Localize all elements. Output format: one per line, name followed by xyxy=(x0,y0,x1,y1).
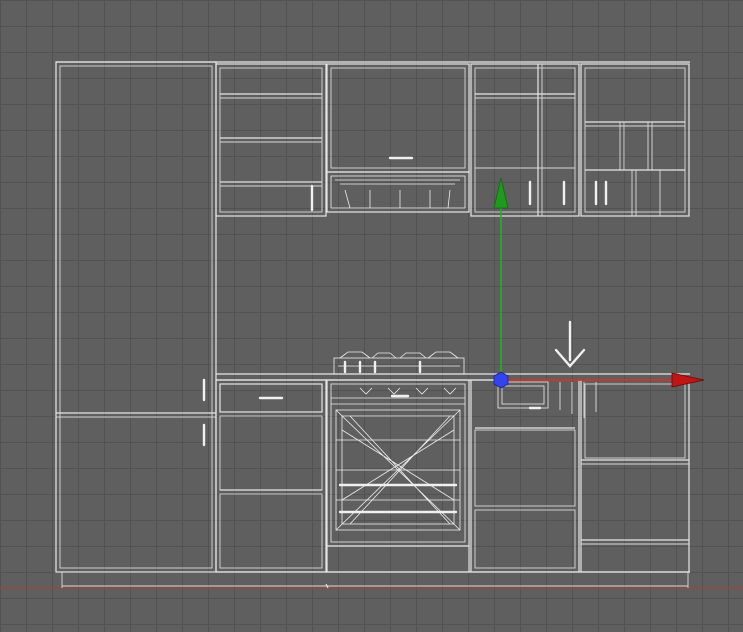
x-axis-arrow-icon[interactable] xyxy=(671,372,705,388)
pivot-icon[interactable] xyxy=(493,371,509,389)
cooktop[interactable] xyxy=(333,351,465,375)
tall-pantry-cabinet[interactable] xyxy=(55,61,217,573)
y-axis-arrow-icon[interactable] xyxy=(493,177,509,209)
move-gizmo[interactable] xyxy=(493,177,705,389)
oven[interactable] xyxy=(326,379,470,573)
upper-cabinet-middle[interactable] xyxy=(470,63,580,217)
upper-cabinet-right[interactable] xyxy=(580,63,690,217)
ground-line xyxy=(0,572,743,589)
range-hood[interactable] xyxy=(326,63,470,213)
upper-cabinet-left[interactable] xyxy=(215,63,327,217)
sink-cabinet[interactable] xyxy=(470,379,580,573)
base-drawer-cabinet-right[interactable] xyxy=(580,379,690,573)
base-drawer-cabinet[interactable] xyxy=(215,379,327,573)
wireframe-scene[interactable] xyxy=(0,0,743,632)
3d-viewport[interactable] xyxy=(0,0,743,632)
countertop[interactable] xyxy=(216,373,690,381)
